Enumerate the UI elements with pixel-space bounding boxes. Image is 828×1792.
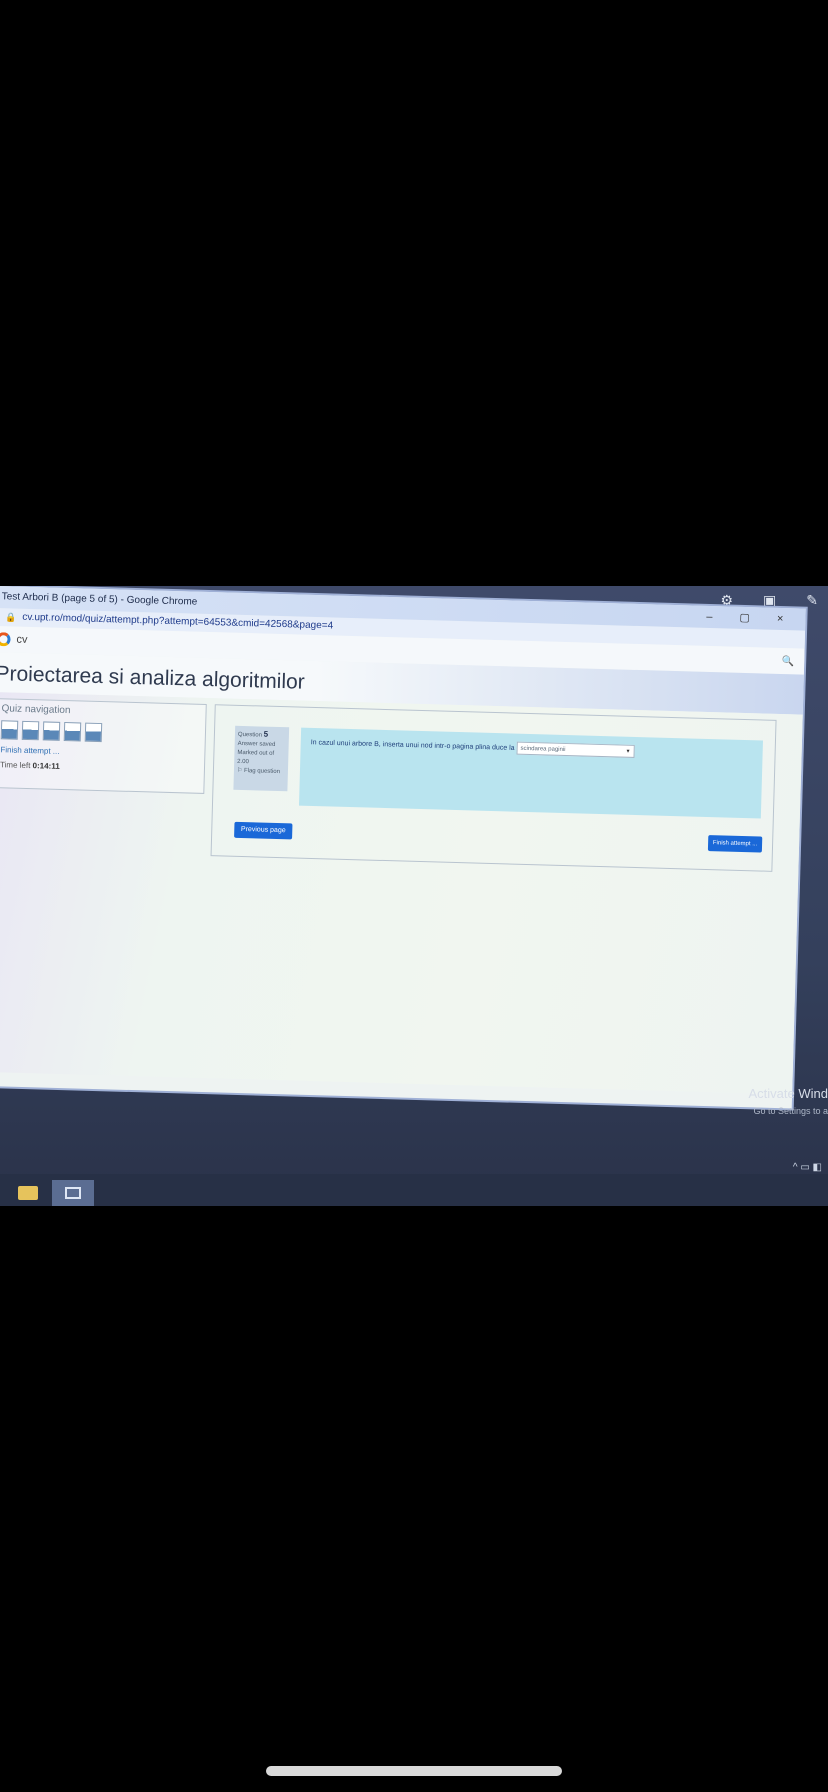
window-controls[interactable]: – ▢ ×: [706, 606, 796, 630]
finish-attempt-button[interactable]: Finish attempt ...: [707, 835, 763, 853]
camera-icon[interactable]: ▣: [763, 592, 776, 609]
question-marks: Marked out of 2.00: [237, 749, 275, 766]
question-button-2[interactable]: [21, 720, 40, 741]
question-text: In cazul unui arbore B, inserta unui nod…: [310, 739, 515, 752]
maximize-button[interactable]: ▢: [739, 612, 762, 625]
window-title: Test Arbori B (page 5 of 5) - Google Chr…: [1, 591, 198, 608]
folder-icon[interactable]: [18, 1186, 38, 1200]
search-icon[interactable]: 🔍: [782, 656, 795, 667]
question-button-1[interactable]: [0, 720, 19, 740]
flag-question[interactable]: ⚐ Flag question: [237, 767, 285, 777]
main-content: Quiz navigation Finish attempt ... Time …: [0, 691, 803, 1095]
question-button-4[interactable]: [63, 722, 82, 742]
taskbar: ^ ▭ ◧: [0, 1162, 828, 1206]
flag-icon: ⚐: [236, 767, 243, 775]
logo-text[interactable]: cv: [16, 634, 27, 646]
question-info: Question 5 Answer saved Marked out of 2.…: [233, 725, 290, 792]
flag-question-label: Flag question: [243, 768, 281, 776]
photo-of-screen: ⚙ ▣ ✎ Test Arbori B (page 5 of 5) - Goog…: [0, 586, 828, 1206]
time-left-label: Time left: [0, 760, 31, 771]
question-number: 5: [263, 729, 269, 739]
quiz-navigation-block: Quiz navigation Finish attempt ... Time …: [0, 698, 207, 794]
minimize-button[interactable]: –: [706, 611, 724, 624]
question-button-3[interactable]: [42, 721, 61, 741]
quiz-navigation-title: Quiz navigation: [1, 703, 71, 717]
answer-select[interactable]: scindarea paginii ▾: [516, 741, 635, 758]
home-indicator[interactable]: [266, 1766, 562, 1776]
question-button-5[interactable]: [84, 722, 103, 743]
browser-window: Test Arbori B (page 5 of 5) - Google Chr…: [0, 586, 806, 1109]
chevron-down-icon: ▾: [626, 748, 630, 755]
activate-windows-title: Activate Wind: [748, 1086, 828, 1101]
question-text-box: In cazul unui arbore B, inserta unui nod…: [298, 727, 763, 819]
question-label: Question: [237, 731, 263, 739]
pen-icon[interactable]: ✎: [806, 592, 818, 609]
answer-select-value: scindarea paginii: [520, 745, 566, 754]
activate-windows-subtitle: Go to Settings to a: [753, 1106, 828, 1116]
system-tray[interactable]: ^ ▭ ◧: [793, 1162, 822, 1173]
previous-page-button[interactable]: Previous page: [234, 821, 293, 840]
close-button[interactable]: ×: [777, 613, 796, 626]
photos-icon[interactable]: [52, 1180, 94, 1206]
question-buttons: [0, 720, 199, 745]
time-left-value: 0:14:11: [32, 761, 60, 771]
question-area: Question 5 Answer saved Marked out of 2.…: [210, 704, 777, 872]
logo-icon[interactable]: [0, 632, 11, 647]
timer: Time left 0:14:11: [0, 760, 198, 775]
lock-icon: 🔒: [4, 612, 17, 623]
finish-attempt-link[interactable]: Finish attempt ...: [0, 745, 198, 760]
